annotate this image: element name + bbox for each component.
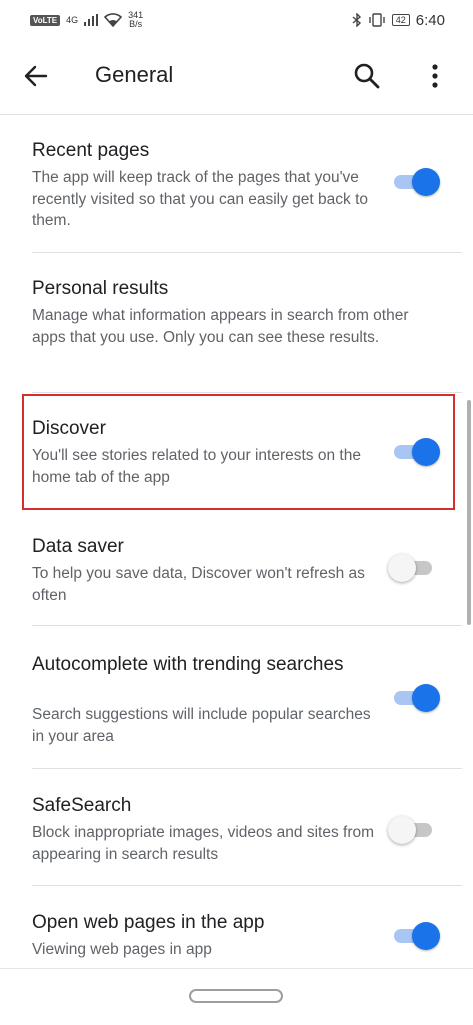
volte-badge: VoLTE [30,14,61,26]
net-speed-unit: B/s [129,19,143,29]
home-gesture-bar[interactable] [189,989,283,1003]
setting-description: The app will keep track of the pages tha… [32,169,369,229]
setting-description: To help you save data, Discover won't re… [32,565,365,604]
system-nav-bar [0,968,473,1025]
setting-personal-results[interactable]: Personal results Manage what information… [0,252,473,392]
setting-description: Manage what information appears in searc… [32,307,409,346]
setting-description: Viewing web pages in app [32,941,212,958]
setting-title: Open web pages in the app [32,912,265,933]
open-web-pages-toggle[interactable] [394,922,440,950]
data-saver-toggle[interactable] [388,554,440,582]
setting-title: Personal results [32,278,169,299]
signal-icon [84,14,99,26]
status-bar: VoLTE 4G 341 B/s 42 6:40 [0,0,473,40]
page-title: General [95,62,174,87]
setting-data-saver[interactable]: Data saver To help you save data, Discov… [0,510,473,625]
status-right: 42 6:40 [352,12,445,29]
setting-title: Data saver [32,536,124,557]
clock: 6:40 [415,11,445,29]
wifi-icon [104,13,123,27]
autocomplete-toggle[interactable] [394,684,440,712]
app-bar: General [0,40,473,112]
bluetooth-icon [352,13,361,27]
arrow-back-icon[interactable] [22,62,50,90]
setting-recent-pages[interactable]: Recent pages The app will keep track of … [0,114,473,252]
setting-safesearch[interactable]: SafeSearch Block inappropriate images, v… [0,768,473,885]
highlight-box [22,394,455,510]
recent-pages-toggle[interactable] [394,168,440,196]
search-icon[interactable] [353,62,381,90]
setting-autocomplete[interactable]: Autocomplete with trending searches Sear… [0,625,473,768]
setting-description: Block inappropriate images, videos and s… [32,824,375,863]
setting-title: Autocomplete with trending searches [32,654,344,675]
setting-open-web-pages[interactable]: Open web pages in the app Viewing web pa… [0,885,473,968]
safesearch-toggle[interactable] [388,816,440,844]
vibrate-icon [369,13,385,27]
setting-description: Search suggestions will include popular … [32,706,371,745]
battery-indicator: 42 [391,14,410,26]
more-vert-icon[interactable] [424,62,446,90]
setting-title: SafeSearch [32,795,132,816]
setting-title: Recent pages [32,140,150,161]
signal-type: 4G [66,14,79,25]
separator [32,392,462,393]
net-speed: 341 B/s [128,11,143,29]
status-left: VoLTE 4G 341 B/s [30,11,143,29]
scrollbar[interactable] [467,400,471,625]
